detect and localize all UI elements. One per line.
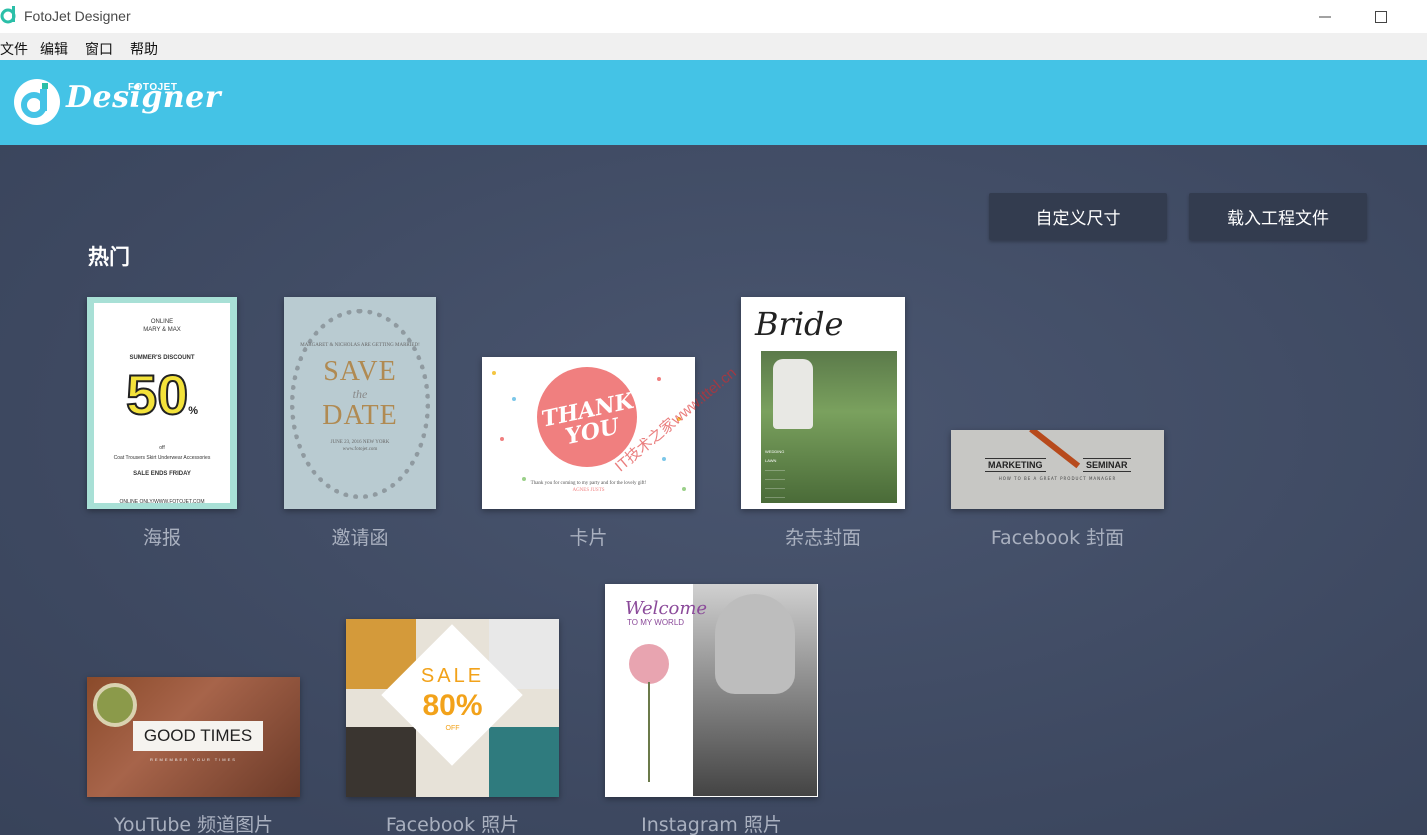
portrait-hair	[715, 594, 795, 694]
caption-facebook-photo: Facebook 照片	[385, 814, 520, 835]
logo-brand: FOTOJET	[128, 82, 178, 93]
menu-window[interactable]: 窗口	[85, 39, 113, 59]
window-title: FotoJet Designer	[24, 8, 131, 24]
fbphoto-sale: SALE	[420, 665, 485, 687]
fbphoto-off: OFF	[445, 725, 460, 732]
minimize-button[interactable]	[1302, 0, 1348, 33]
poster-preview: ONLINE MARY & MAX SUMMER'S DISCOUNT 50% …	[94, 303, 230, 505]
app-logo-icon	[0, 6, 16, 24]
caption-instagram: Instagram 照片	[641, 814, 782, 835]
caption-facebook-cover: Facebook 封面	[990, 527, 1125, 549]
invitation-site: www.fotojet.com	[342, 447, 378, 452]
window-titlebar: FotoJet Designer	[0, 0, 1427, 33]
invitation-when: JUNE 23, 2016 NEW YORK	[330, 440, 390, 445]
invitation-names: MARGARET & NICHOLAS ARE GETTING MARRIED!	[300, 343, 420, 348]
template-poster[interactable]: ONLINE MARY & MAX SUMMER'S DISCOUNT 50% …	[87, 297, 237, 509]
custom-size-button[interactable]: 自定义尺寸	[989, 193, 1167, 240]
poster-url: ONLINE ONLY/WWW.FOTOJET.COM	[119, 499, 205, 505]
app-header: Designer FOTOJET	[0, 60, 1427, 145]
load-project-button[interactable]: 载入工程文件	[1189, 193, 1367, 240]
poster-line2: MARY & MAX	[143, 327, 181, 333]
ig-welcome: Welcome	[625, 598, 708, 619]
card-note: Thank you for coming to my party and for…	[530, 481, 647, 493]
caption-youtube: YouTube 频道图片	[113, 814, 274, 835]
menu-help[interactable]: 帮助	[130, 39, 158, 59]
maximize-icon	[1375, 10, 1387, 23]
youtube-tag: REMEMBER YOUR TIMES	[150, 757, 237, 762]
poster-line1: ONLINE	[150, 319, 174, 325]
template-youtube[interactable]: GOOD TIMES REMEMBER YOUR TIMES	[87, 677, 300, 797]
poster-line3: SUMMER'S DISCOUNT	[129, 355, 195, 361]
invitation-save: SAVE	[323, 356, 397, 387]
cover-left-label: MARKETING	[985, 458, 1046, 472]
menu-file[interactable]: 文件	[0, 39, 28, 59]
flower-stem	[648, 682, 650, 782]
template-facebook-photo[interactable]: SALE 80% OFF	[346, 619, 559, 797]
magazine-title: Bride	[755, 305, 844, 343]
caption-magazine: 杂志封面	[784, 527, 861, 549]
poster-categories: Coat Trousers Skirt Underwear Accessorie…	[113, 455, 211, 461]
coffee-cup-decoration	[93, 683, 137, 727]
template-facebook-cover[interactable]: MARKETING SEMINAR HOW TO BE A GREAT PROD…	[951, 430, 1164, 509]
caption-poster: 海报	[142, 527, 181, 549]
section-title-popular: 热门	[88, 245, 130, 269]
flower-decoration	[629, 644, 669, 684]
poster-line4: SALE ENDS FRIDAY	[133, 471, 191, 477]
caption-invitation: 邀请函	[331, 527, 389, 549]
minimize-icon	[1319, 16, 1331, 17]
poster-big-number: 50%	[125, 363, 199, 426]
maximize-button[interactable]	[1358, 0, 1404, 33]
template-magazine[interactable]: Bride WEDDING LAWN ————— ————— ————— ———…	[741, 297, 905, 509]
magazine-dress	[773, 359, 813, 429]
caption-card: 卡片	[569, 527, 608, 549]
youtube-headline: GOOD TIMES	[143, 726, 253, 745]
fbphoto-pct: 80%	[422, 689, 483, 722]
cover-right-label: SEMINAR	[1083, 458, 1131, 472]
invitation-date: DATE	[322, 400, 398, 431]
invitation-preview: MARGARET & NICHOLAS ARE GETTING MARRIED!…	[284, 343, 436, 462]
cover-subtitle: HOW TO BE A GREAT PRODUCT MANAGER	[998, 476, 1117, 481]
magazine-sidebar: WEDDING LAWN ————— ————— ————— —————	[765, 449, 785, 499]
menu-edit[interactable]: 编辑	[40, 39, 68, 59]
ig-to-my-world: TO MY WORLD	[627, 618, 685, 627]
template-invitation[interactable]: MARGARET & NICHOLAS ARE GETTING MARRIED!…	[284, 297, 436, 509]
menu-bar: 文件 编辑 窗口 帮助	[0, 33, 1427, 60]
poster-off: off	[159, 445, 165, 451]
template-instagram[interactable]: Welcome TO MY WORLD	[605, 584, 818, 797]
designer-logo-icon	[14, 79, 60, 125]
